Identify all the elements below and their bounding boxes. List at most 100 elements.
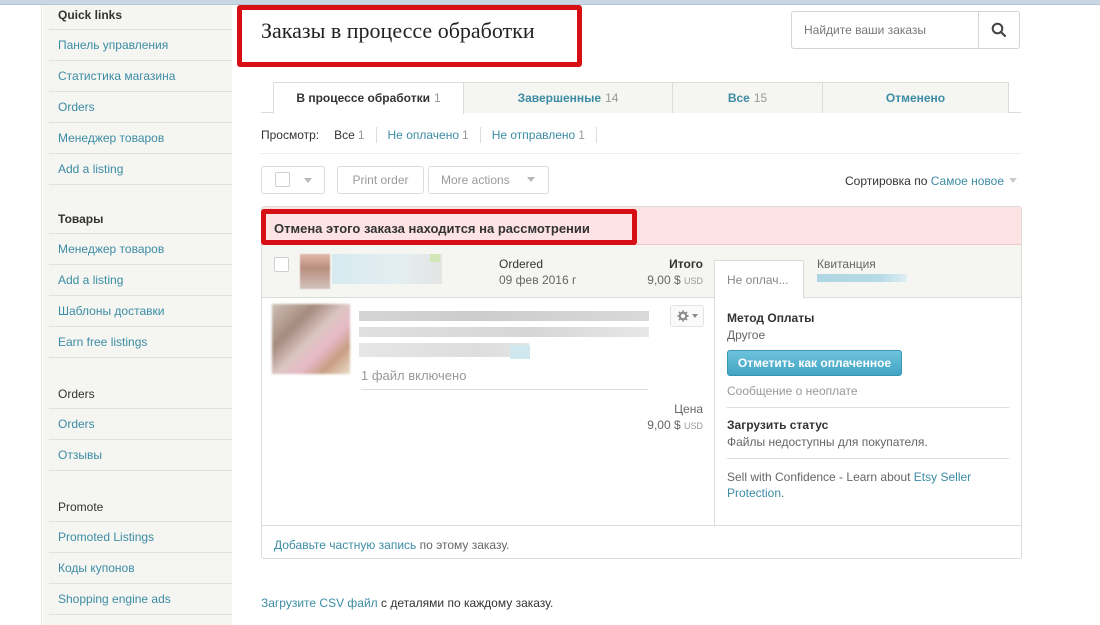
mark-as-paid-button[interactable]: Отметить как оплаченное — [727, 350, 902, 376]
print-order-button[interactable]: Print order — [337, 166, 424, 194]
order-status-label: Ordered — [499, 257, 544, 271]
divider — [727, 458, 1009, 459]
sidebar-heading: Orders — [49, 384, 232, 409]
sidebar: Quick links Панель управления Статистика… — [43, 5, 232, 625]
chevron-down-icon — [527, 177, 535, 182]
order-header: Ordered 09 фев 2016 г Итого 9,00 $ USD Н… — [262, 245, 1021, 299]
sidebar-item-reviews[interactable]: Отзывы — [49, 440, 232, 471]
filter-option-count: 1 — [357, 128, 365, 142]
files-included: 1 файл включено — [361, 368, 467, 383]
private-note: Добавьте частную запись по этому заказу. — [274, 538, 509, 552]
sidebar-item-coupon-codes[interactable]: Коды купонов — [49, 553, 232, 584]
price-label: Цена — [674, 402, 703, 416]
buyer-name-redacted — [332, 254, 442, 284]
sidebar-section-products: Товары Менеджер товаров Add a listing Ша… — [49, 209, 232, 358]
chevron-down-icon — [691, 314, 698, 318]
sidebar-item-orders-2[interactable]: Orders — [49, 409, 232, 440]
tab-label: В процессе обработки — [296, 91, 430, 105]
redacted-detail — [510, 345, 530, 359]
currency-code: USD — [683, 421, 703, 431]
product-thumbnail[interactable] — [272, 304, 350, 374]
cancellation-alert: Отмена этого заказа находится на рассмот… — [261, 207, 1021, 245]
order-checkbox[interactable] — [274, 257, 289, 272]
add-private-note-link[interactable]: Добавьте частную запись — [274, 538, 416, 552]
upload-status-label: Загрузить статус — [727, 418, 829, 432]
download-csv-link[interactable]: Загрузите CSV файл — [261, 596, 378, 610]
search-button[interactable] — [978, 12, 1019, 48]
receipt-number-redacted[interactable] — [817, 274, 907, 282]
order-date: 09 фев 2016 г — [499, 273, 577, 287]
tab-label: Завершенные — [517, 91, 602, 105]
tab-count: 1 — [433, 91, 441, 105]
receipt-label: Квитанция — [817, 257, 876, 271]
product-title-redacted[interactable] — [359, 311, 649, 321]
product-title-redacted — [359, 327, 649, 337]
csv-description: с деталями по каждому заказу. — [381, 596, 554, 610]
sidebar-item-promoted-listings[interactable]: Promoted Listings — [49, 522, 232, 553]
order-total-value: 9,00 $ — [647, 273, 681, 287]
sidebar-item-add-listing[interactable]: Add a listing — [49, 154, 232, 185]
filter-option-label: Не отправлено — [491, 128, 576, 142]
left-gutter — [0, 5, 42, 625]
tab-label: Все — [727, 91, 750, 105]
sidebar-item-listings-manager-2[interactable]: Менеджер товаров — [49, 234, 232, 265]
page-title: Заказы в процессе обработки — [261, 18, 535, 43]
payment-panel: Метод Оплаты Другое Отметить как оплачен… — [727, 311, 1009, 501]
tab-cancelled[interactable]: Отменено — [822, 82, 1009, 113]
sidebar-item-shop-stats[interactable]: Статистика магазина — [49, 61, 232, 92]
unpaid-message-link[interactable]: Сообщение о неоплате — [727, 384, 1009, 398]
filter-not-shipped[interactable]: Не отправлено 1 — [492, 127, 597, 143]
page-title-highlight: Заказы в процессе обработки — [237, 5, 582, 67]
chevron-down-icon — [1009, 178, 1018, 183]
private-note-text: по этому заказу. — [419, 538, 510, 552]
more-actions-dropdown[interactable]: More actions — [428, 166, 549, 194]
sidebar-item-earn-free-listings[interactable]: Earn free listings — [49, 327, 232, 358]
filter-unpaid[interactable]: Не оплачено 1 — [388, 127, 481, 143]
sidebar-item-shopping-engine-ads[interactable]: Shopping engine ads — [49, 584, 232, 615]
price: 9,00 $ USD — [647, 418, 703, 432]
select-all-dropdown[interactable] — [261, 166, 325, 194]
order-card: Отмена этого заказа находится на рассмот… — [261, 206, 1022, 559]
tab-label: Отменено — [885, 91, 946, 105]
filter-all[interactable]: Все 1 — [334, 127, 377, 143]
csv-download: Загрузите CSV файл с деталями по каждому… — [261, 596, 553, 610]
tab-in-progress[interactable]: В процессе обработки 1 — [273, 82, 464, 114]
payment-method-label: Метод Оплаты — [727, 311, 815, 325]
price-value: 9,00 $ — [647, 418, 681, 432]
sidebar-section-orders: Orders Orders Отзывы — [49, 384, 232, 471]
order-search — [791, 11, 1020, 49]
sidebar-item-orders[interactable]: Orders — [49, 92, 232, 123]
sidebar-heading: Promote — [49, 497, 232, 522]
payment-status-tab[interactable]: Не оплач... — [714, 260, 804, 299]
sidebar-section-quick-links: Quick links Панель управления Статистика… — [49, 5, 232, 185]
sidebar-section-promote: Promote Promoted Listings Коды купонов S… — [49, 497, 232, 615]
sidebar-item-shipping-profiles[interactable]: Шаблоны доставки — [49, 296, 232, 327]
view-filter: Просмотр: Все 1 Не оплачено 1 Не отправлен… — [261, 127, 608, 143]
filter-option-count: 1 — [578, 128, 585, 142]
sidebar-item-add-listing-2[interactable]: Add a listing — [49, 265, 232, 296]
order-total-label: Итого — [669, 257, 703, 271]
divider — [261, 153, 1021, 154]
filter-option-label: Не оплачено — [387, 128, 459, 142]
filter-label: Просмотр: — [261, 128, 320, 142]
chevron-down-icon — [304, 178, 312, 183]
sort-dropdown[interactable]: Самое новое — [931, 174, 1004, 188]
sidebar-item-dashboard[interactable]: Панель управления — [49, 30, 232, 61]
search-input[interactable] — [792, 12, 979, 48]
tab-count: 14 — [605, 91, 619, 105]
punctuation: . — [781, 486, 785, 500]
tab-all[interactable]: Все 15 — [672, 82, 823, 113]
order-card-footer: Добавьте частную запись по этому заказу. — [262, 525, 1021, 559]
select-all-checkbox[interactable] — [275, 172, 290, 187]
order-status-tabs: В процессе обработки 1 Завершенные 14 Все 1… — [261, 82, 1021, 114]
tab-completed[interactable]: Завершенные 14 — [463, 82, 673, 113]
item-settings-button[interactable] — [670, 305, 704, 327]
alert-highlight: Отмена этого заказа находится на рассмот… — [261, 209, 637, 245]
sidebar-item-listings-manager[interactable]: Менеджер товаров — [49, 123, 232, 154]
search-icon — [991, 22, 1007, 38]
seller-protection-note: Sell with Confidence - Learn about Etsy … — [727, 469, 1009, 501]
buyer-avatar — [300, 254, 330, 289]
divider — [714, 298, 715, 525]
sidebar-heading: Quick links — [49, 5, 232, 30]
more-actions-label: More actions — [441, 173, 510, 187]
